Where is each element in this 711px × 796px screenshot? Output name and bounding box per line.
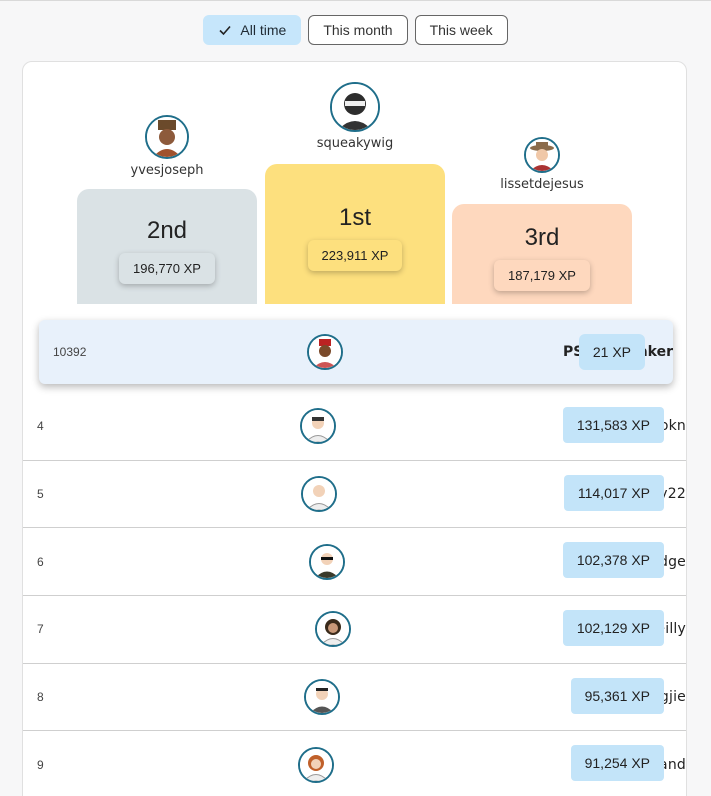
filter-label: This week bbox=[429, 22, 493, 38]
current-user-row[interactable]: 10392 PSI Test Taker 21 XP bbox=[39, 320, 673, 384]
rank-number: 7 bbox=[37, 622, 44, 637]
leaderboard-row[interactable]: 4 kellyboothokn 131,583 XP bbox=[23, 393, 686, 461]
avatar bbox=[308, 543, 345, 580]
podium-username: yvesjoseph bbox=[130, 163, 204, 178]
rank-number: 8 bbox=[37, 690, 44, 705]
filter-this-month[interactable]: This month bbox=[308, 15, 408, 45]
avatar-icon bbox=[332, 84, 378, 130]
podium-user-first[interactable]: squeakywig bbox=[265, 82, 445, 151]
podium-user-third[interactable]: lissetdejesus bbox=[452, 137, 632, 192]
leaderboard-row[interactable]: 9 tamikalugrand 91,254 XP bbox=[23, 731, 686, 796]
podium-block-first: 1st 223,911 XP bbox=[265, 164, 445, 304]
avatar bbox=[303, 679, 340, 716]
rank-number: 4 bbox=[37, 419, 44, 434]
xp-pill: 196,770 XP bbox=[119, 253, 215, 284]
leaderboard-row[interactable]: 7 nikkireilly 102,129 XP bbox=[23, 596, 686, 664]
avatar bbox=[315, 611, 352, 648]
xp-pill: 223,911 XP bbox=[307, 240, 403, 271]
place-label: 3rd bbox=[524, 224, 560, 251]
filter-label: This month bbox=[323, 22, 393, 38]
rank-number: 6 bbox=[37, 554, 44, 569]
avatar-icon bbox=[310, 545, 343, 578]
leaderboard-card: yvesjoseph squeakywig lissetdejesus 2nd … bbox=[22, 61, 687, 796]
rank-number: 9 bbox=[37, 757, 44, 772]
leaderboard-row[interactable]: 5 kaitlynmay22 114,017 XP bbox=[23, 461, 686, 529]
xp-badge: 102,129 XP bbox=[562, 610, 664, 647]
place-label: 2nd bbox=[146, 217, 188, 244]
avatar bbox=[299, 408, 336, 445]
avatar-icon bbox=[308, 336, 341, 368]
podium-block-second: 2nd 196,770 XP bbox=[77, 189, 257, 304]
podium-block-third: 3rd 187,179 XP bbox=[452, 204, 632, 304]
time-filter-bar: All time This month This week bbox=[0, 15, 711, 45]
avatar-icon bbox=[147, 117, 187, 157]
podium-username: lissetdejesus bbox=[500, 177, 584, 192]
avatar bbox=[330, 82, 380, 132]
filter-this-week[interactable]: This week bbox=[414, 15, 508, 45]
rank-number: 5 bbox=[37, 487, 44, 502]
avatar bbox=[524, 137, 560, 173]
xp-badge: 21 XP bbox=[578, 334, 645, 370]
xp-badge: 91,254 XP bbox=[570, 745, 664, 782]
rank-number: 10392 bbox=[53, 345, 87, 359]
place-label: 1st bbox=[338, 204, 371, 231]
avatar bbox=[145, 115, 189, 159]
xp-badge: 102,378 XP bbox=[562, 542, 664, 579]
xp-badge: 95,361 XP bbox=[570, 677, 664, 714]
filter-all-time[interactable]: All time bbox=[203, 15, 302, 45]
avatar-icon bbox=[299, 748, 332, 781]
check-icon bbox=[219, 25, 232, 36]
xp-badge: 131,583 XP bbox=[562, 407, 664, 443]
avatar bbox=[306, 334, 343, 370]
podium-username: squeakywig bbox=[316, 136, 394, 151]
xp-pill: 187,179 XP bbox=[494, 260, 590, 291]
filter-label: All time bbox=[240, 22, 287, 38]
avatar-icon bbox=[303, 478, 336, 511]
leaderboard-list: 4 kellyboothokn 131,583 XP 5 kaitlynmay2… bbox=[23, 393, 686, 796]
avatar-icon bbox=[301, 410, 334, 443]
avatar-icon bbox=[305, 681, 338, 714]
leaderboard-row[interactable]: 6 sloansridge 102,378 XP bbox=[23, 528, 686, 597]
avatar bbox=[301, 476, 338, 513]
avatar-icon bbox=[317, 613, 350, 646]
leaderboard-row[interactable]: 8 fengzhengjie 95,361 XP bbox=[23, 664, 686, 732]
podium-user-second[interactable]: yvesjoseph bbox=[77, 115, 257, 178]
avatar bbox=[297, 746, 334, 783]
avatar-icon bbox=[526, 139, 558, 171]
xp-badge: 114,017 XP bbox=[563, 474, 664, 511]
